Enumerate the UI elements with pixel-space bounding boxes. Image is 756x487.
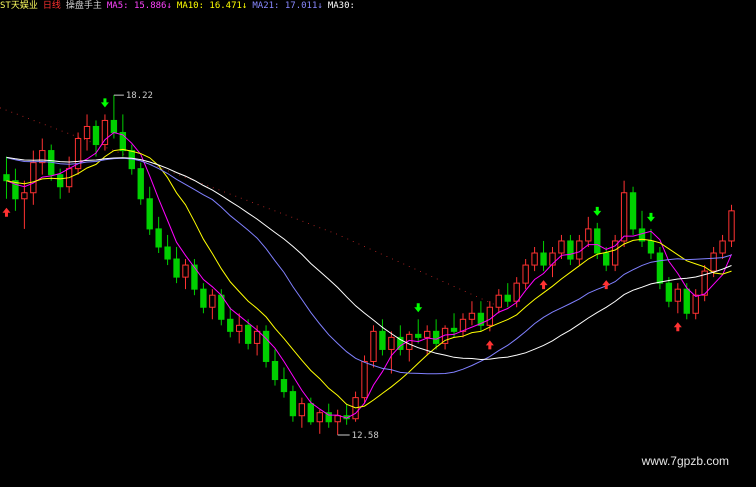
candle-down	[191, 264, 198, 290]
candle-down	[155, 228, 162, 248]
candle-down	[227, 318, 234, 332]
low-annotation: 12.58	[352, 431, 379, 441]
candle-up	[209, 294, 216, 308]
candlestick-chart: 18.22 12.58	[0, 91, 735, 441]
candle-up	[468, 312, 476, 320]
candle-down	[173, 258, 180, 278]
candle-down	[146, 198, 153, 230]
candle-up	[585, 228, 592, 242]
candle-up	[423, 330, 431, 338]
buy-signal-arrow	[539, 280, 548, 290]
candle-up	[486, 306, 494, 326]
candle-up	[531, 252, 538, 266]
candle-down	[567, 240, 574, 260]
candle-up	[522, 264, 529, 284]
candle-down	[656, 252, 664, 284]
buy-signal-arrow	[2, 207, 11, 217]
sell-signal-arrow	[414, 303, 423, 313]
buy-signal-arrow	[485, 340, 494, 350]
candle-up	[21, 192, 28, 200]
candle-up	[719, 240, 726, 254]
candle-down	[379, 330, 386, 350]
candle-down	[683, 288, 690, 314]
sell-signal-arrow	[593, 206, 602, 216]
candle-down	[244, 324, 252, 344]
candle-up	[728, 210, 735, 242]
candle-up	[361, 360, 368, 399]
candle-down	[3, 174, 10, 182]
candle-down	[594, 228, 601, 254]
candle-up	[710, 252, 717, 272]
candle-up	[388, 336, 395, 350]
candle-down	[432, 330, 440, 344]
ma21-line	[6, 157, 732, 375]
candle-down	[280, 379, 288, 393]
candle-down	[415, 333, 422, 338]
candle-up	[611, 240, 619, 266]
buy-signal-arrow	[602, 280, 611, 290]
candle-up	[298, 403, 306, 417]
candle-down	[262, 330, 270, 362]
candle-up	[101, 119, 109, 146]
candle-down	[164, 246, 171, 260]
candle-up	[334, 415, 341, 423]
candle-down	[603, 252, 610, 266]
candle-down	[450, 327, 458, 332]
candle-down	[56, 174, 64, 188]
candle-down	[200, 288, 207, 308]
candle-up	[253, 330, 261, 344]
candle-up	[674, 288, 682, 302]
candle-up	[513, 282, 520, 302]
candle-up	[39, 150, 46, 164]
candle-up	[182, 264, 189, 278]
high-annotation: 18.22	[126, 91, 153, 101]
ma30-line	[6, 156, 732, 361]
candle-down	[289, 391, 297, 417]
candle-down	[307, 403, 315, 423]
sell-signal-arrow	[100, 98, 109, 108]
candle-up	[83, 125, 91, 140]
candle-down	[665, 282, 673, 302]
candle-down	[504, 294, 511, 302]
candle-up	[30, 162, 37, 194]
candle-down	[110, 119, 118, 133]
candle-down	[92, 125, 100, 146]
buy-signal-arrow	[673, 322, 682, 332]
candle-up	[236, 324, 243, 332]
candle-up	[692, 294, 699, 314]
candle-up	[495, 294, 502, 308]
candle-down	[629, 192, 637, 230]
candle-up	[316, 412, 323, 423]
overhead-dotted-line	[0, 107, 500, 307]
candle-down	[647, 240, 655, 254]
sell-signal-arrow	[646, 212, 655, 222]
candle-down	[137, 168, 144, 200]
candle-up	[620, 192, 628, 242]
watermark: www.7gpzb.com	[641, 454, 729, 468]
candle-up	[558, 240, 565, 254]
candle-up	[370, 330, 377, 362]
candle-down	[271, 360, 279, 381]
ma10-line	[6, 148, 732, 409]
candle-down	[540, 252, 547, 266]
